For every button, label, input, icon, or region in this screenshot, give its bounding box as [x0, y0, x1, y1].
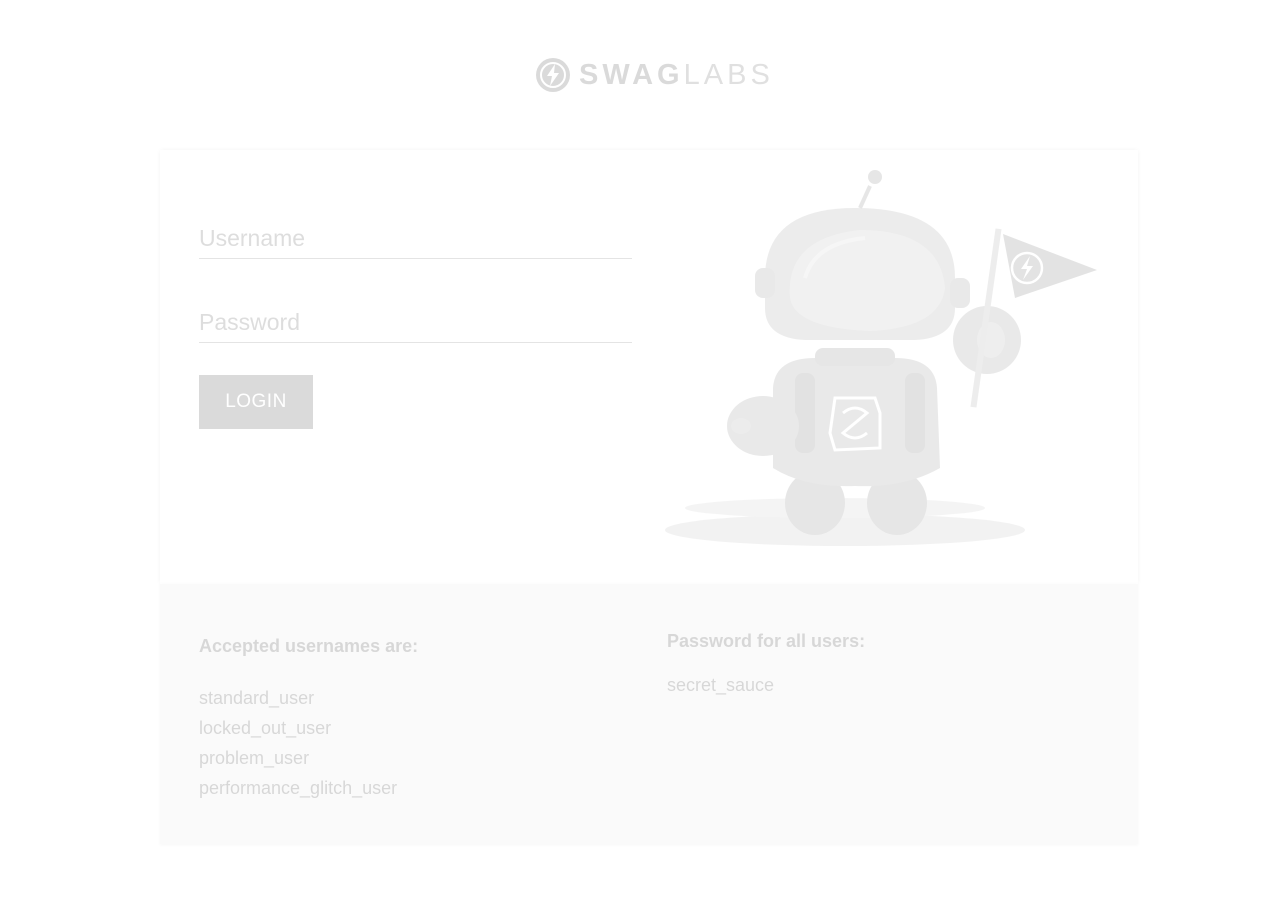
swag-labs-bolt-logo-icon — [536, 58, 570, 92]
password-input[interactable] — [199, 302, 632, 343]
swag-labs-logo: SWAGLABS — [535, 56, 774, 94]
login-page: SWAGLABS LOGIN — [0, 0, 1279, 921]
password-heading: Password for all users: — [667, 631, 866, 651]
logo-text-bold: SWAG — [579, 59, 684, 91]
username-input[interactable] — [199, 218, 632, 259]
login-button[interactable]: LOGIN — [199, 375, 313, 429]
credentials-panel: Accepted usernames are: standard_user lo… — [160, 584, 1138, 844]
username-list-item: problem_user — [199, 748, 310, 768]
login-card: LOGIN — [160, 150, 1138, 584]
usernames-heading: Accepted usernames are: — [199, 636, 419, 656]
username-list-item: standard_user — [199, 688, 315, 708]
robot-mascot-with-flag-icon — [665, 170, 1097, 546]
username-list-item: performance_glitch_user — [199, 778, 398, 798]
username-list-item: locked_out_user — [199, 718, 332, 738]
logo-text-light: LABS — [683, 59, 774, 91]
logo-text: SWAGLABS — [579, 56, 774, 94]
shared-password-value: secret_sauce — [667, 675, 775, 695]
